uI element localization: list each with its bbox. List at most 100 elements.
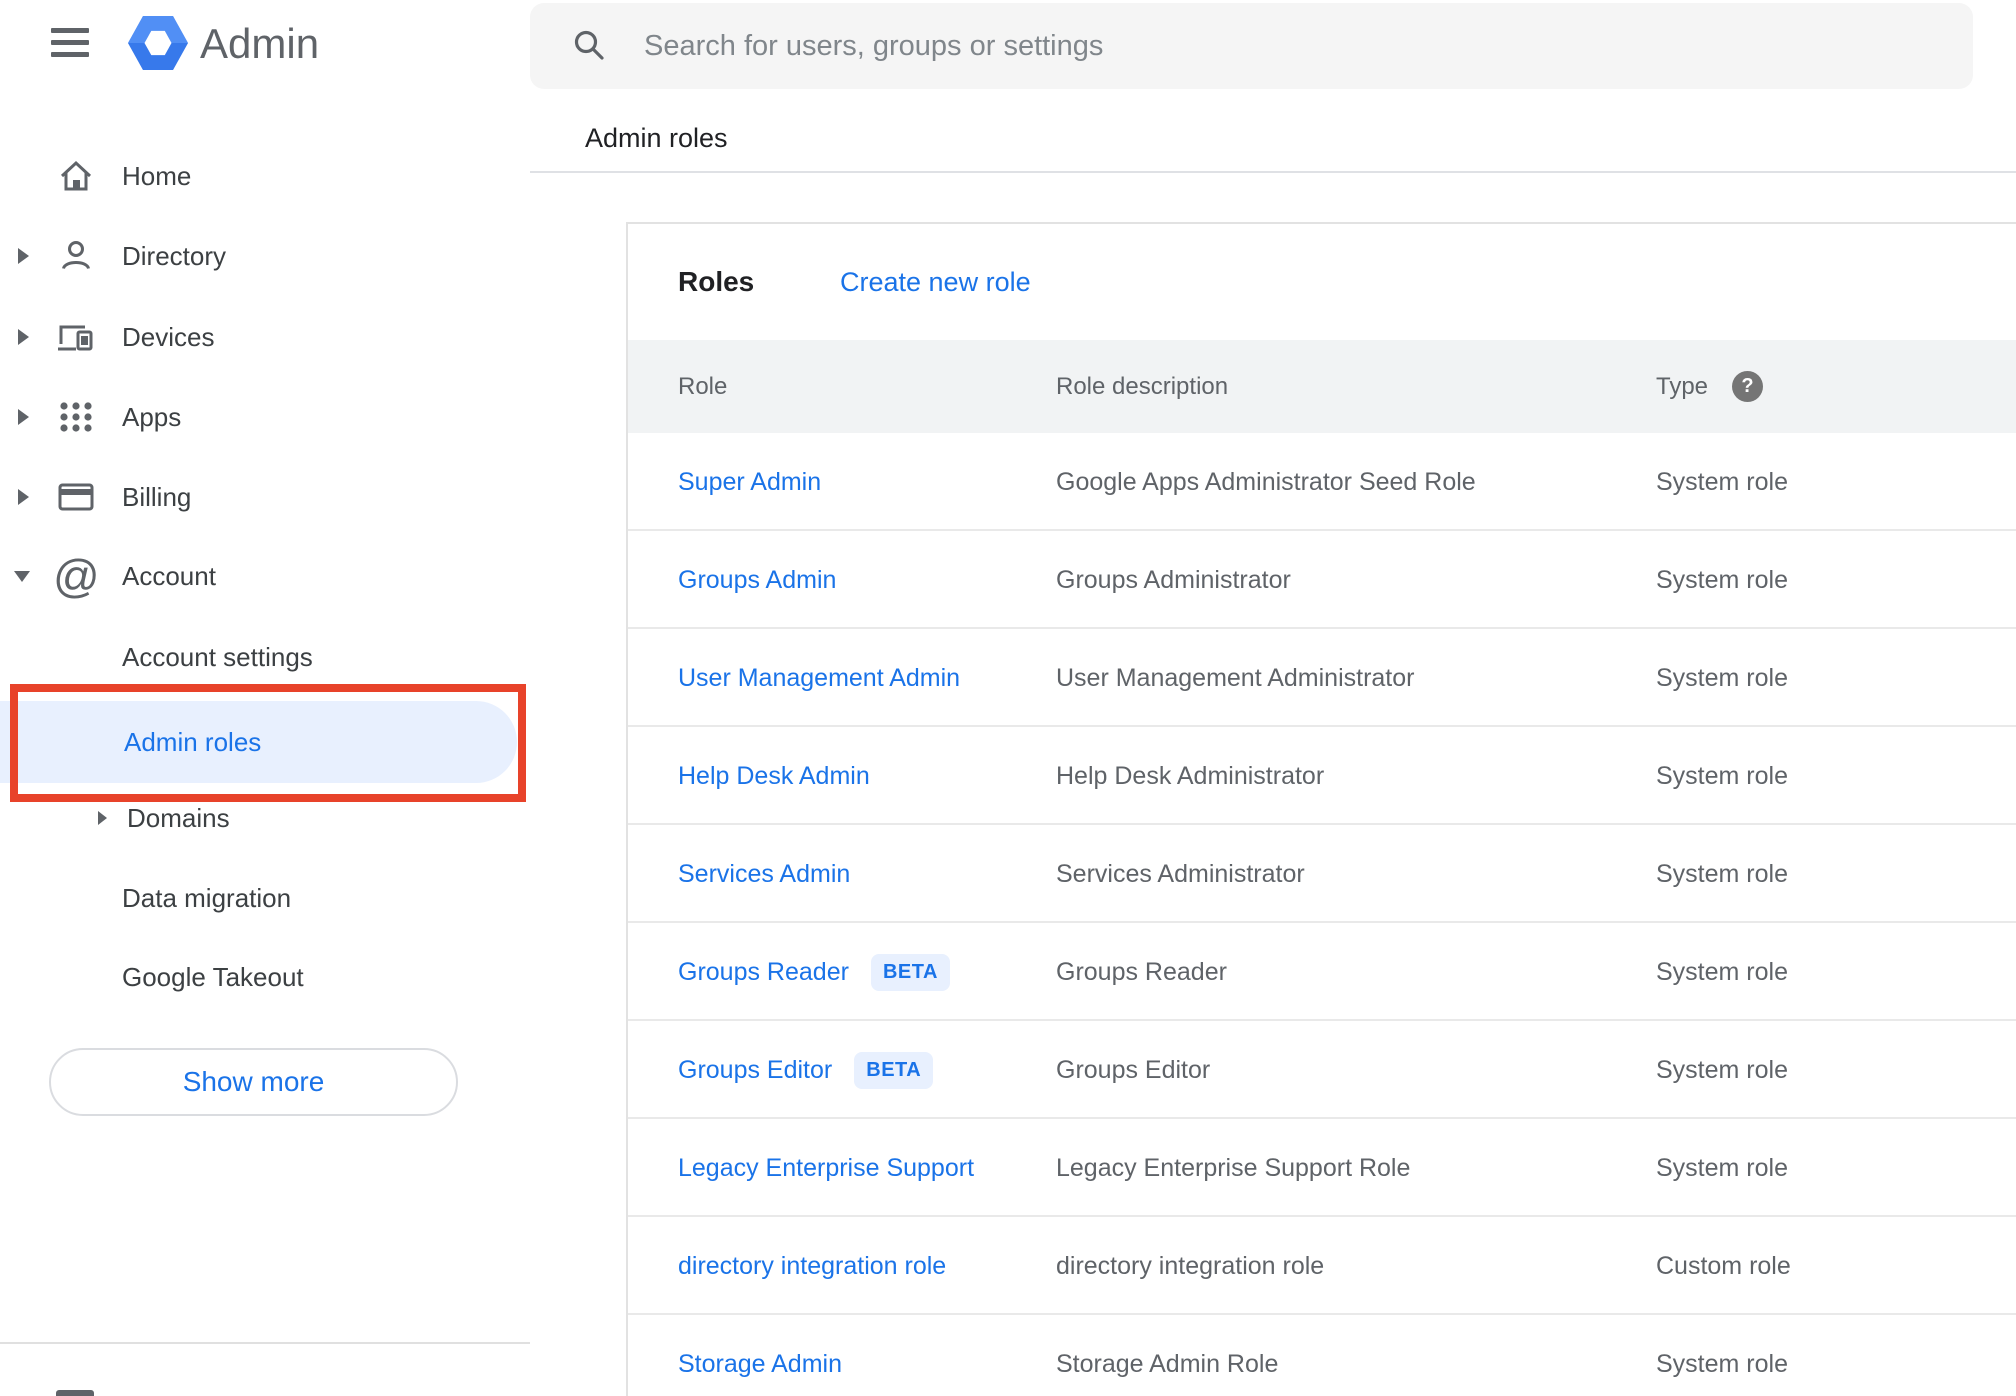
hamburger-menu-icon[interactable] <box>51 28 89 57</box>
role-type: System role <box>1656 957 1788 986</box>
beta-badge: BETA <box>854 1051 934 1089</box>
sidebar-item-account[interactable]: @ Account <box>0 548 530 604</box>
role-link[interactable]: Super Admin <box>678 468 821 497</box>
role-type: System role <box>1656 663 1788 692</box>
credit-card-icon <box>56 477 96 517</box>
expand-arrow-icon[interactable] <box>18 248 29 264</box>
search-bar[interactable] <box>530 3 1973 89</box>
table-row: Groups Reader BETA Groups Reader System … <box>628 923 2016 1021</box>
sidebar-item-data-migration[interactable]: Data migration <box>0 870 530 926</box>
role-link[interactable]: directory integration role <box>678 1252 946 1281</box>
sidebar-item-google-takeout[interactable]: Google Takeout <box>0 949 530 1005</box>
table-row: Groups Admin Groups Administrator System… <box>628 531 2016 629</box>
person-icon <box>56 236 96 276</box>
roles-title: Roles <box>678 266 755 297</box>
table-row: Help Desk Admin Help Desk Administrator … <box>628 727 2016 825</box>
role-description: Help Desk Administrator <box>1056 761 1325 790</box>
role-link[interactable]: Groups Editor <box>678 1056 832 1085</box>
show-more-label: Show more <box>182 1066 325 1097</box>
expand-arrow-icon[interactable] <box>18 409 29 425</box>
role-description: Services Administrator <box>1056 859 1305 888</box>
role-description: Groups Administrator <box>1056 565 1291 594</box>
expand-arrow-icon[interactable] <box>18 329 29 345</box>
table-header-row: Role Role description Type ? <box>628 340 2016 433</box>
role-description: Groups Reader <box>1056 957 1227 986</box>
role-type: Custom role <box>1656 1251 1791 1280</box>
role-link[interactable]: Storage Admin <box>678 1350 842 1379</box>
table-row: Legacy Enterprise Support Legacy Enterpr… <box>628 1119 2016 1217</box>
table-row: Groups Editor BETA Groups Editor System … <box>628 1021 2016 1119</box>
partial-bottom-icon <box>56 1390 94 1396</box>
role-type: System role <box>1656 1153 1788 1182</box>
sidebar-item-domains[interactable]: Domains <box>0 790 530 846</box>
sidebar-item-label: Admin roles <box>124 727 262 757</box>
role-type: System role <box>1656 761 1788 790</box>
table-row: Services Admin Services Administrator Sy… <box>628 825 2016 923</box>
breadcrumb: Admin roles <box>585 123 728 153</box>
sidebar-item-label: Data migration <box>122 883 292 913</box>
roles-card-header: Roles Create new role <box>628 224 2016 340</box>
sidebar-item-devices[interactable]: Devices <box>0 309 530 365</box>
help-icon[interactable]: ? <box>1732 371 1763 402</box>
column-header-role: Role <box>678 373 728 400</box>
role-type: System role <box>1656 859 1788 888</box>
table-row: Super Admin Google Apps Administrator Se… <box>628 433 2016 531</box>
role-link[interactable]: Groups Admin <box>678 566 836 595</box>
role-type: System role <box>1656 1349 1788 1378</box>
sidebar-item-directory[interactable]: Directory <box>0 228 530 284</box>
sidebar-item-label: Google Takeout <box>122 962 304 992</box>
apps-grid-icon <box>56 397 96 437</box>
header-divider <box>530 171 2016 173</box>
sidebar-item-account-settings[interactable]: Account settings <box>0 629 530 685</box>
admin-console-screen: Admin Home Directory Devices Apps Billin… <box>0 0 2016 1396</box>
role-link[interactable]: Groups Reader <box>678 958 849 987</box>
sidebar-item-apps[interactable]: Apps <box>0 389 530 445</box>
at-sign-icon: @ <box>53 550 100 602</box>
role-type: System role <box>1656 467 1788 496</box>
app-title: Admin <box>200 20 320 67</box>
roles-card: Roles Create new role Role Role descript… <box>626 222 2016 1396</box>
create-new-role-link[interactable]: Create new role <box>840 224 1031 340</box>
role-description: Groups Editor <box>1056 1055 1211 1084</box>
devices-icon <box>56 317 96 357</box>
show-more-button[interactable]: Show more <box>49 1048 458 1116</box>
sidebar-item-label: Directory <box>122 241 227 271</box>
search-icon <box>570 26 610 66</box>
role-description: Storage Admin Role <box>1056 1349 1279 1378</box>
sidebar: Admin Home Directory Devices Apps Billin… <box>0 0 530 1396</box>
home-icon <box>56 156 96 196</box>
role-link[interactable]: User Management Admin <box>678 664 960 693</box>
role-link[interactable]: Legacy Enterprise Support <box>678 1154 974 1183</box>
sidebar-item-admin-roles-active[interactable]: Admin roles <box>0 701 517 783</box>
collapse-arrow-icon[interactable] <box>14 571 30 582</box>
sidebar-item-label: Home <box>122 161 192 191</box>
admin-logo <box>128 14 188 77</box>
role-type: System role <box>1656 1055 1788 1084</box>
role-description: Google Apps Administrator Seed Role <box>1056 467 1476 496</box>
sidebar-item-label: Domains <box>127 803 230 833</box>
expand-arrow-icon[interactable] <box>18 489 29 505</box>
sidebar-item-label: Account <box>122 561 216 591</box>
sidebar-item-label: Billing <box>122 482 192 512</box>
column-header-type: Type <box>1656 373 1709 400</box>
role-description: Legacy Enterprise Support Role <box>1056 1153 1411 1182</box>
sidebar-item-label: Account settings <box>122 642 313 672</box>
table-row: directory integration role directory int… <box>628 1217 2016 1315</box>
role-type: System role <box>1656 565 1788 594</box>
sidebar-item-billing[interactable]: Billing <box>0 469 530 525</box>
table-row: User Management Admin User Management Ad… <box>628 629 2016 727</box>
role-link[interactable]: Services Admin <box>678 860 850 889</box>
sidebar-item-label: Apps <box>122 402 182 432</box>
role-description: directory integration role <box>1056 1251 1325 1280</box>
role-link[interactable]: Help Desk Admin <box>678 762 870 791</box>
role-description: User Management Administrator <box>1056 663 1415 692</box>
expand-arrow-icon[interactable] <box>98 811 107 825</box>
sidebar-item-label: Devices <box>122 322 215 352</box>
sidebar-divider <box>0 1342 530 1344</box>
sidebar-item-home[interactable]: Home <box>0 148 530 204</box>
admin-logo-hexagon-icon <box>128 14 188 77</box>
table-body: Super Admin Google Apps Administrator Se… <box>628 433 2016 1396</box>
column-header-role-description: Role description <box>1056 373 1229 400</box>
table-row: Storage Admin Storage Admin Role System … <box>628 1315 2016 1396</box>
search-input[interactable] <box>644 3 1844 89</box>
